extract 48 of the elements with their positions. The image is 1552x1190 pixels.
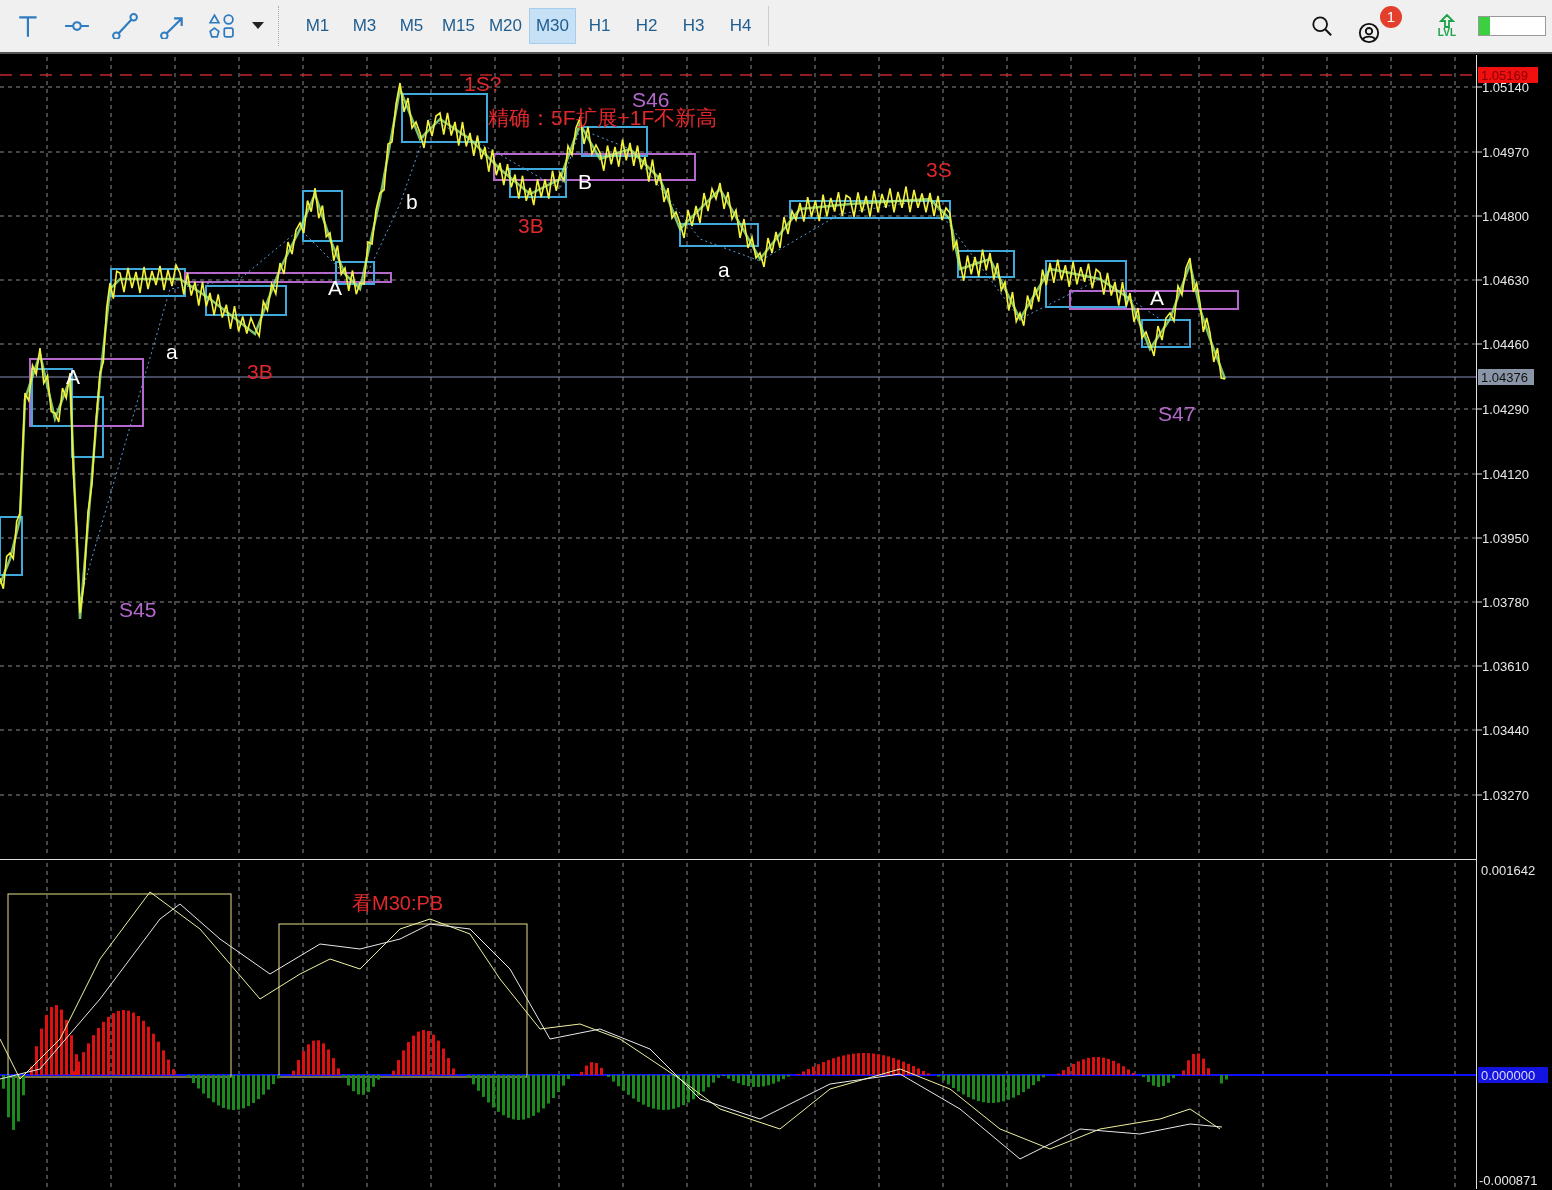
trend-line-icon	[112, 13, 138, 39]
chart-annotation: 精确：5F扩展+1F不新高	[488, 106, 718, 129]
price-axis-label: 1.03270	[1482, 788, 1529, 803]
price-axis-label: 1.04800	[1482, 209, 1529, 224]
chart-annotation: 看M30:PB	[352, 892, 444, 914]
account-button[interactable]: 1	[1357, 6, 1402, 46]
chart-annotation: A	[1150, 286, 1164, 309]
chart-annotation: S45	[119, 598, 157, 621]
timeframe-tab[interactable]: H3	[670, 8, 717, 44]
price-axis-label: 1.03440	[1482, 723, 1529, 738]
timeframe-tab[interactable]: M3	[341, 8, 388, 44]
zero-value-tag: 0.000000	[1478, 1067, 1548, 1083]
price-axis-label: 1.03610	[1482, 659, 1529, 674]
chart-annotation: 3B	[247, 360, 273, 383]
price-axis-label: 1.04630	[1482, 273, 1529, 288]
price-axis-label: 1.03950	[1482, 531, 1529, 546]
timeframe-tab[interactable]: M20	[482, 8, 529, 44]
price-axis-label: 1.04970	[1482, 145, 1529, 160]
price-axis-label: 1.04460	[1482, 337, 1529, 352]
shapes-icon	[208, 13, 234, 39]
timeframe-tab[interactable]: M15	[435, 8, 482, 44]
caret-icon	[252, 22, 264, 30]
user-icon	[1357, 22, 1380, 44]
price-axis-label: 1.04120	[1482, 467, 1529, 482]
timeframe-tab[interactable]: H4	[717, 8, 764, 44]
chart-annotation: 3B	[518, 214, 544, 237]
price-axis-label: 1.05140	[1482, 80, 1529, 95]
price-axis-label: 1.04290	[1482, 402, 1529, 417]
up-arrow-icon	[1438, 14, 1455, 28]
chart-annotation: b	[406, 190, 418, 213]
timeframe-tab[interactable]: M5	[388, 8, 435, 44]
timeframe-tab[interactable]: H1	[576, 8, 623, 44]
search-icon	[1310, 15, 1333, 37]
chart-annotation: S47	[1158, 402, 1196, 425]
alert-price-tag: 1.05169	[1478, 67, 1538, 83]
chart-annotation: a	[718, 258, 730, 281]
price-axis-label: 1.03780	[1482, 595, 1529, 610]
timeframe-tab[interactable]: M30	[529, 8, 576, 44]
chart-annotation: a	[166, 340, 178, 363]
chart-annotation: 3S	[926, 158, 952, 181]
indicator-axis-label: 0.001642	[1481, 863, 1536, 878]
chart-annotation: 1S?	[464, 72, 502, 95]
timeframe-tab[interactable]: M1	[294, 8, 341, 44]
notification-badge: 1	[1379, 6, 1402, 28]
current-price-tag: 1.04376	[1478, 369, 1534, 385]
chart-annotation: A	[328, 276, 342, 299]
indicator-axis-label: -0.000871	[1479, 1173, 1538, 1188]
timeframe-tab[interactable]: H2	[623, 8, 670, 44]
